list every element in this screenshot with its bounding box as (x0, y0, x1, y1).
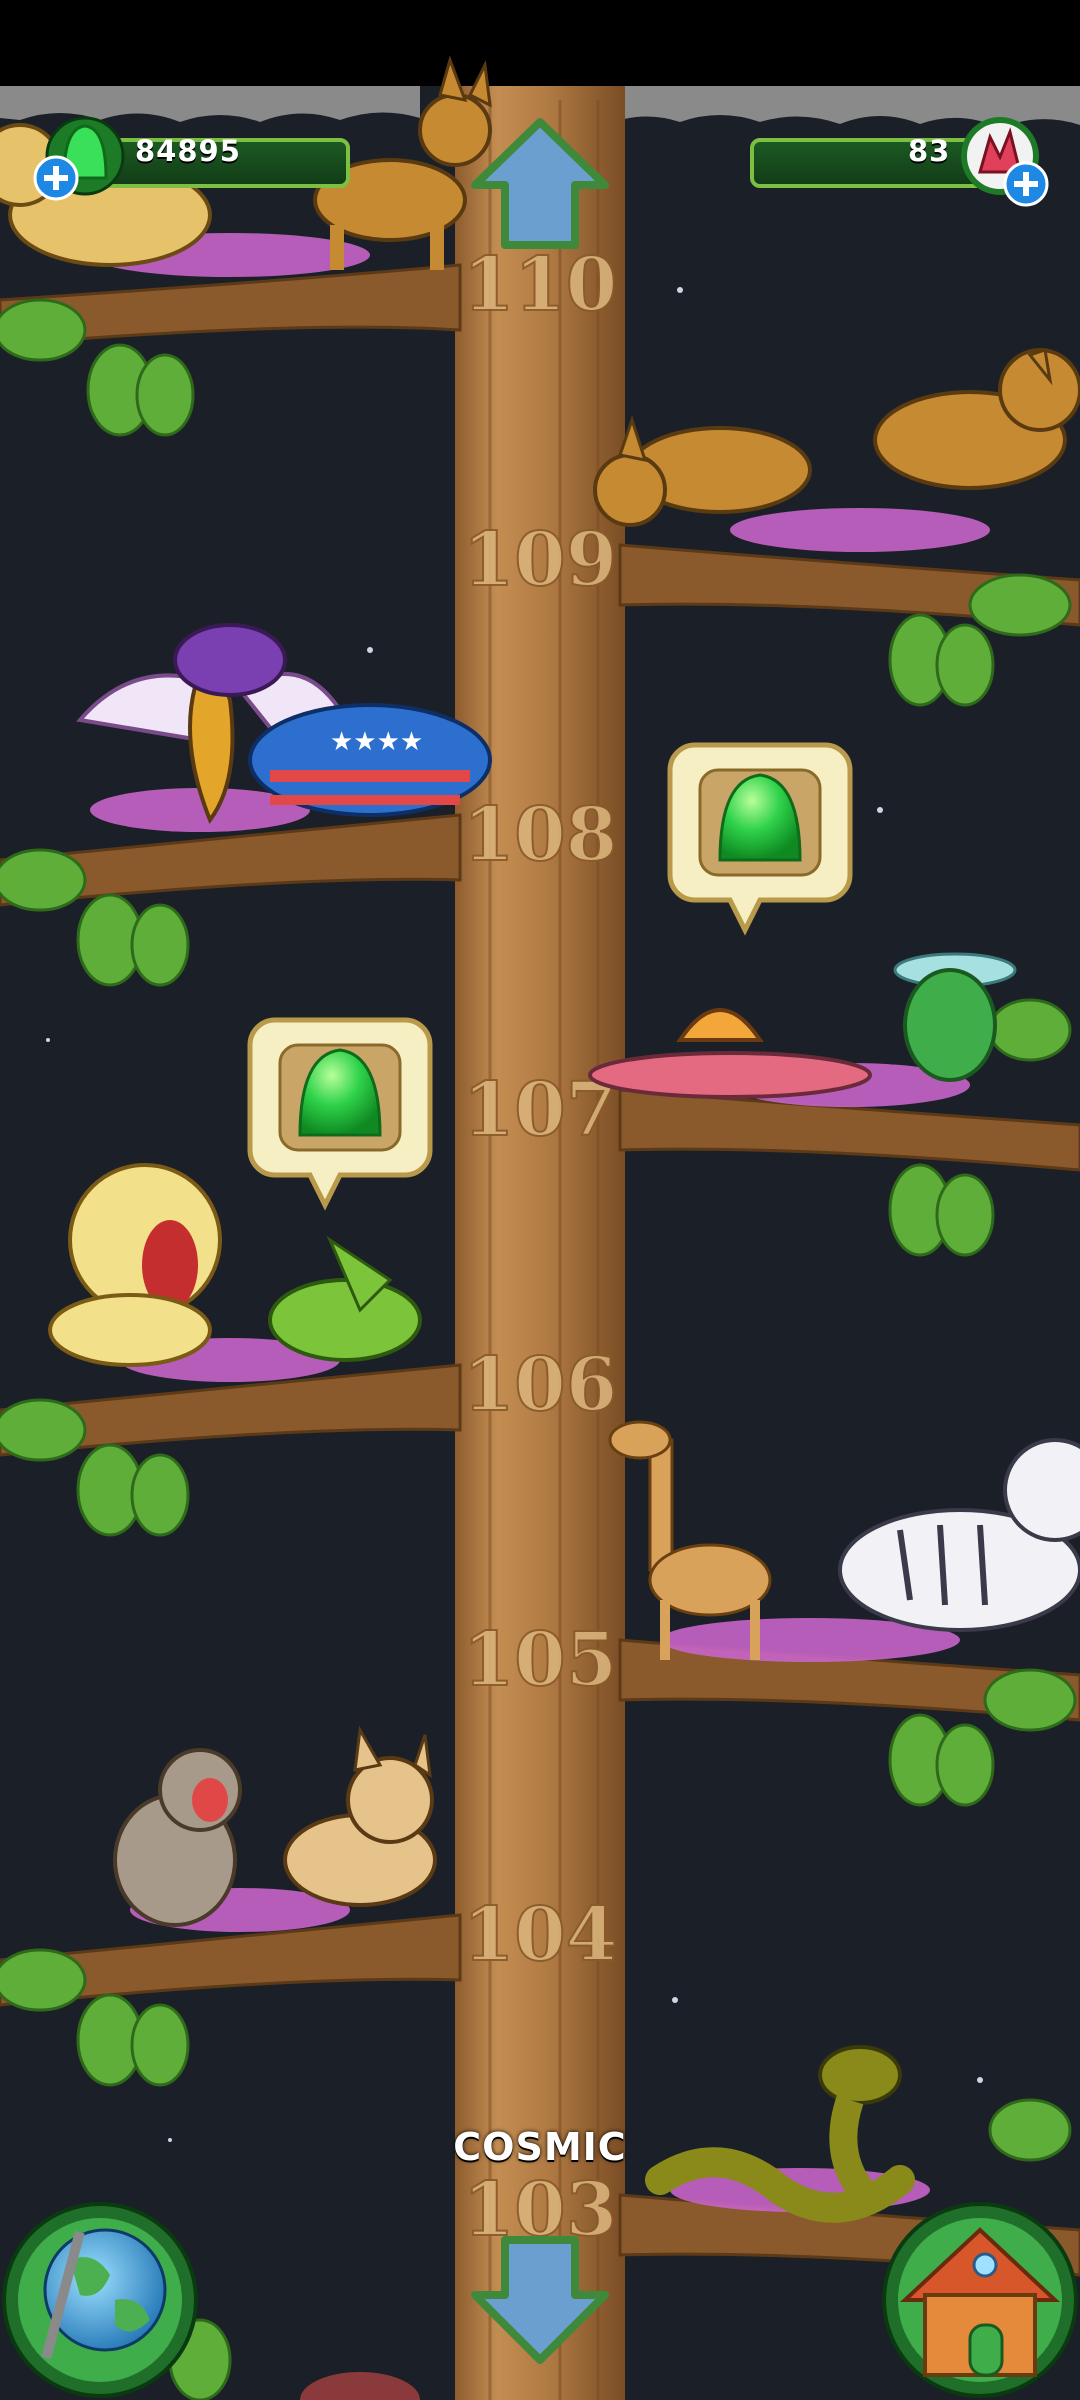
animal-patriot-whale[interactable]: ★★★★ (248, 703, 492, 817)
animal-lynx[interactable] (283, 1725, 437, 1907)
level-106: 106 (463, 1342, 617, 1428)
level-105: 105 (463, 1617, 617, 1703)
crystals-counter: 83 (730, 117, 1060, 207)
animal-macaque[interactable] (113, 1748, 242, 1927)
level-104: 104 (463, 1892, 617, 1978)
tree-scene: 110 109 108 107 106 105 104 103 ★★★★ (0, 55, 1080, 2400)
animal-white-tiger[interactable] (838, 1438, 1080, 1632)
world-map-button[interactable] (2, 2202, 198, 2398)
home-button[interactable] (882, 2202, 1078, 2398)
gem-bubble[interactable] (667, 742, 853, 936)
plus-icon[interactable] (32, 154, 80, 202)
animal-partial-bottom[interactable] (300, 2372, 420, 2400)
gems-counter: 84895 (33, 116, 370, 201)
svg-text:★★★★: ★★★★ (330, 727, 423, 757)
gem-bubble[interactable] (247, 1017, 433, 1211)
level-110: 110 (463, 242, 617, 328)
animal-dimetrodon[interactable] (588, 1008, 872, 1099)
tier-label: COSMIC (453, 2125, 627, 2169)
animal-yellow-beast[interactable] (48, 1163, 222, 1367)
level-108: 108 (463, 792, 617, 878)
crystals-count: 83 (908, 134, 951, 168)
level-109: 109 (463, 517, 617, 603)
animal-cricket[interactable] (268, 1235, 422, 1362)
animal-coyote[interactable] (873, 348, 1080, 490)
plus-icon[interactable] (1002, 160, 1050, 208)
animal-coyote[interactable] (593, 415, 812, 527)
game-screen: { "hud": { "gems_count": "84895", "cryst… (0, 0, 1080, 2400)
gems-count: 84895 (135, 134, 241, 168)
